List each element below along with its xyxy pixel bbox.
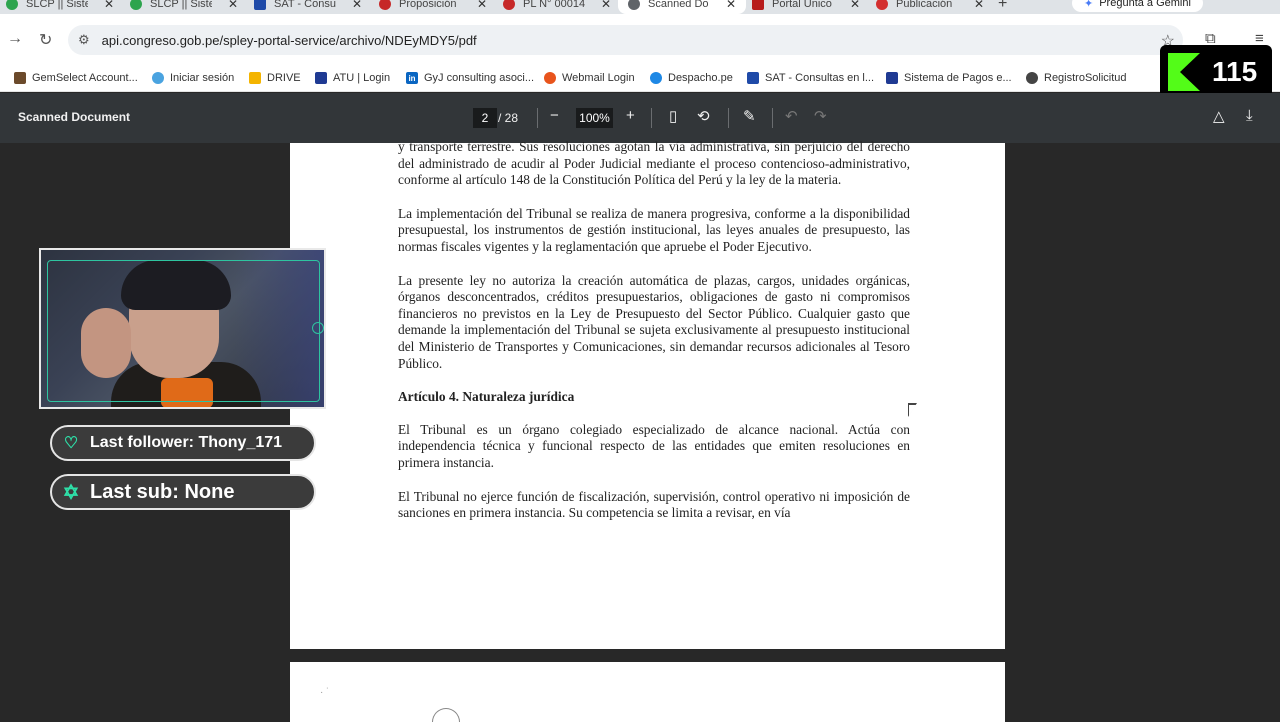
publication-icon	[876, 0, 888, 10]
star-icon: ✡	[62, 481, 80, 504]
close-icon[interactable]: ✕	[104, 0, 114, 11]
download-icon[interactable]: ⤓	[1246, 107, 1253, 124]
sat-icon	[254, 0, 266, 10]
sat-icon	[747, 72, 759, 84]
omnibox[interactable]: ⚙ api.congreso.gob.pe/spley-portal-servi…	[68, 25, 1183, 55]
pdf-page: · ˙	[290, 662, 1005, 722]
zoom-out-icon[interactable]: −	[550, 107, 559, 124]
last-sub-widget: ✡ Last sub: None	[50, 474, 316, 510]
kick-logo-icon	[1168, 53, 1204, 91]
check-icon	[6, 0, 18, 10]
divider	[728, 108, 729, 128]
scan-specks: · ˙	[320, 687, 330, 698]
forward-icon[interactable]: →	[7, 30, 23, 48]
browser-tab-active[interactable]: Scanned Do ✕	[618, 0, 747, 14]
heart-icon: ♡	[63, 435, 79, 452]
gemini-button[interactable]: ✦ Pregunta a Gemini	[1072, 0, 1203, 12]
site-info-icon[interactable]: ⚙	[78, 32, 90, 48]
divider	[651, 108, 652, 128]
globe-icon	[1026, 72, 1038, 84]
gemselect-icon	[14, 72, 26, 84]
mouse-cursor-fill	[909, 405, 916, 416]
webcam-frame	[47, 260, 320, 402]
page-total: / 28	[498, 111, 519, 125]
pdf-page: y transporte terrestre. Sus resoluciones…	[290, 139, 1005, 649]
zoom-level-input[interactable]: 100%	[576, 108, 613, 128]
close-icon[interactable]: ✕	[477, 0, 487, 11]
browser-tab[interactable]: Proposición ✕	[379, 0, 487, 14]
page-number-input[interactable]: 2	[473, 108, 497, 128]
viewer-count-badge: 115	[1160, 45, 1272, 99]
reload-icon[interactable]: ↻	[39, 30, 52, 50]
zoom-in-icon[interactable]: +	[626, 107, 635, 124]
despacho-icon	[650, 72, 662, 84]
linkedin-icon: in	[406, 72, 418, 84]
rotate-icon[interactable]: ⟲	[697, 107, 710, 125]
atu-icon	[886, 72, 898, 84]
bookmark-sistema-pagos[interactable]: Sistema de Pagos e...	[886, 69, 1012, 87]
paragraph: El Tribunal es un órgano colegiado espec…	[398, 421, 910, 470]
close-icon[interactable]: ✕	[974, 0, 984, 11]
fit-page-icon[interactable]: ▯	[669, 107, 677, 125]
article-heading: Artículo 4. Naturaleza jurídica	[398, 389, 575, 405]
bookmark-despacho[interactable]: Despacho.pe	[650, 69, 733, 87]
bookmark-iniciar-sesion[interactable]: Iniciar sesión	[152, 69, 234, 87]
congress-icon	[503, 0, 515, 10]
bookmarks-bar: GemSelect Account... Iniciar sesión DRIV…	[0, 66, 1280, 92]
paragraph: La presente ley no autoriza la creación …	[398, 272, 910, 371]
bookmark-webmail[interactable]: Webmail Login	[544, 69, 635, 87]
drive-icon	[249, 72, 261, 84]
divider	[772, 108, 773, 128]
divider	[537, 108, 538, 128]
check-icon	[130, 0, 142, 10]
save-to-drive-icon[interactable]: △	[1213, 107, 1225, 125]
viewer-count: 115	[1212, 56, 1258, 87]
new-tab-button[interactable]: +	[998, 0, 1007, 13]
login-icon	[152, 72, 164, 84]
browser-tab[interactable]: Portal Único ✕	[752, 0, 860, 14]
close-icon[interactable]: ✕	[352, 0, 362, 11]
close-icon[interactable]: ✕	[601, 0, 611, 11]
bookmark-gyj[interactable]: in GyJ consulting asoci...	[406, 69, 534, 87]
browser-tab[interactable]: PL N° 00014 ✕	[503, 0, 611, 14]
close-icon[interactable]: ✕	[726, 0, 736, 11]
document-title: Scanned Document	[18, 110, 131, 124]
undo-icon[interactable]: ↶	[785, 107, 798, 125]
page-text: y transporte terrestre. Sus resoluciones…	[398, 139, 910, 539]
close-icon[interactable]: ✕	[850, 0, 860, 11]
webmail-icon	[544, 72, 556, 84]
bookmark-drive[interactable]: DRIVE	[249, 69, 301, 87]
annotate-pen-icon[interactable]: ✎	[743, 107, 756, 125]
pdf-toolbar: Scanned Document 2 / 28 − 100% + ▯ ⟲ ✎ ↶…	[0, 93, 1280, 143]
frame-node-icon	[312, 322, 324, 334]
webcam-feed	[39, 248, 326, 409]
browser-tab[interactable]: SAT - Consul ✕	[254, 0, 362, 14]
globe-icon	[628, 0, 640, 10]
paragraph: El Tribunal no ejerce función de fiscali…	[398, 488, 910, 521]
bookmark-registro[interactable]: RegistroSolicitud	[1026, 69, 1127, 87]
browser-tab[interactable]: Publicación ✕	[876, 0, 984, 14]
gemini-icon: ✦	[1084, 0, 1094, 10]
paragraph: La implementación del Tribunal se realiz…	[398, 205, 910, 254]
bookmark-atu[interactable]: ATU | Login	[315, 69, 390, 87]
bookmark-sat[interactable]: SAT - Consultas en l...	[747, 69, 874, 87]
portal-icon	[752, 0, 764, 10]
bookmark-gemselect[interactable]: GemSelect Account...	[14, 69, 138, 87]
last-follower-widget: ♡ Last follower: Thony_171	[50, 425, 316, 461]
paragraph: y transporte terrestre. Sus resoluciones…	[398, 139, 910, 188]
browser-tab[interactable]: SLCP || Sistem ✕	[6, 0, 114, 14]
close-icon[interactable]: ✕	[228, 0, 238, 11]
redo-icon[interactable]: ↷	[814, 107, 827, 125]
address-bar-row: → ↻ ⚙ api.congreso.gob.pe/spley-portal-s…	[0, 14, 1280, 66]
browser-tab[interactable]: SLCP || Sistem ✕	[130, 0, 238, 14]
atu-icon	[315, 72, 327, 84]
tab-strip: SLCP || Sistem ✕ SLCP || Sistem ✕ SAT - …	[0, 0, 1280, 14]
congress-icon	[379, 0, 391, 10]
